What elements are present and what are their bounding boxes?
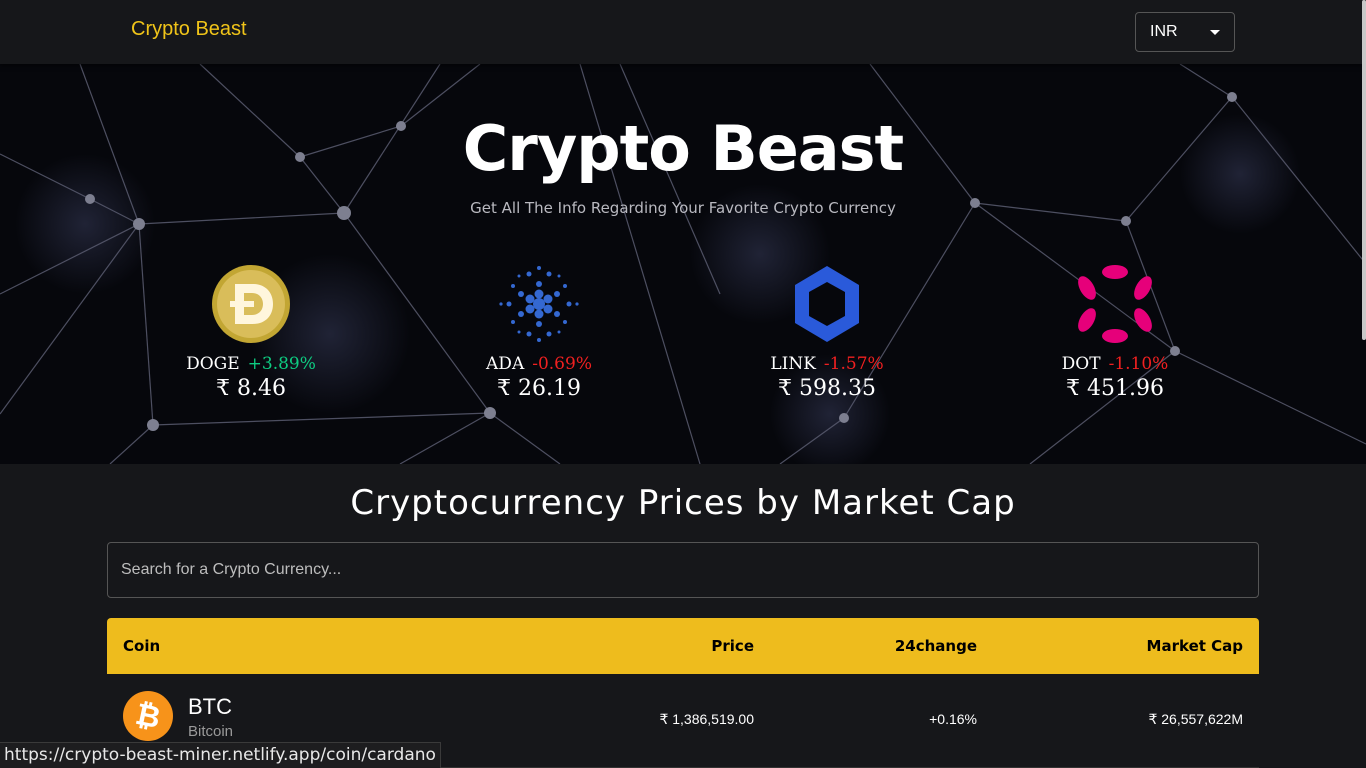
coin-24h-change: +0.16% — [929, 711, 977, 727]
trending-coin-doge[interactable]: DOGE +3.89% ₹ 8.46 — [151, 264, 351, 401]
market-section-title: Cryptocurrency Prices by Market Cap — [350, 483, 1016, 523]
currency-select[interactable]: INR — [1135, 12, 1235, 52]
column-header-coin[interactable]: Coin — [123, 637, 160, 655]
search-input[interactable] — [107, 542, 1259, 598]
trending-change: -1.57% — [823, 354, 884, 374]
trending-symbol: DOGE — [186, 354, 240, 374]
trending-coin-dot[interactable]: DOT -1.10% ₹ 451.96 — [1015, 264, 1215, 401]
chainlink-logo-icon — [795, 266, 859, 342]
scrollbar[interactable] — [1362, 0, 1366, 340]
brand-title[interactable]: Crypto Beast — [131, 18, 247, 41]
trending-price: ₹ 451.96 — [1066, 376, 1164, 401]
trending-change: -0.69% — [532, 354, 592, 374]
trending-coin-link[interactable]: LINK -1.57% ₹ 598.35 — [727, 264, 927, 401]
trending-symbol: ADA — [486, 354, 525, 374]
coin-symbol: BTC — [188, 694, 232, 719]
cardano-logo-icon — [499, 266, 579, 342]
trending-change: +3.89% — [247, 354, 316, 374]
hero-banner: Crypto Beast Get All The Info Regarding … — [0, 64, 1366, 464]
bitcoin-logo-icon: ₿ — [123, 691, 173, 741]
coin-name: Bitcoin — [188, 723, 234, 740]
trending-symbol: DOT — [1061, 354, 1101, 374]
trending-price: ₹ 8.46 — [216, 376, 286, 401]
trending-price: ₹ 26.19 — [497, 376, 581, 401]
currency-selected-value: INR — [1150, 23, 1178, 40]
column-header-24change[interactable]: 24change — [895, 637, 977, 655]
navbar: Crypto Beast INR — [0, 0, 1366, 64]
trending-coin-ada[interactable]: ADA -0.69% ₹ 26.19 — [439, 264, 639, 401]
polkadot-logo-icon — [1078, 265, 1152, 343]
link-status-bar: https://crypto-beast-miner.netlify.app/c… — [0, 742, 441, 768]
coin-price: ₹ 1,386,519.00 — [659, 711, 754, 727]
doge-logo-icon — [212, 265, 290, 343]
column-header-price[interactable]: Price — [711, 637, 754, 655]
hero-title: Crypto Beast — [462, 112, 904, 185]
trending-price: ₹ 598.35 — [778, 376, 876, 401]
hero-subtitle: Get All The Info Regarding Your Favorite… — [470, 199, 896, 217]
column-header-market-cap[interactable]: Market Cap — [1147, 637, 1243, 655]
chevron-down-icon — [1210, 30, 1220, 35]
table-header: Coin Price 24change Market Cap — [107, 618, 1259, 674]
trending-change: -1.10% — [1108, 354, 1169, 374]
trending-symbol: LINK — [770, 354, 816, 374]
coin-market-cap: ₹ 26,557,622M — [1148, 711, 1243, 727]
